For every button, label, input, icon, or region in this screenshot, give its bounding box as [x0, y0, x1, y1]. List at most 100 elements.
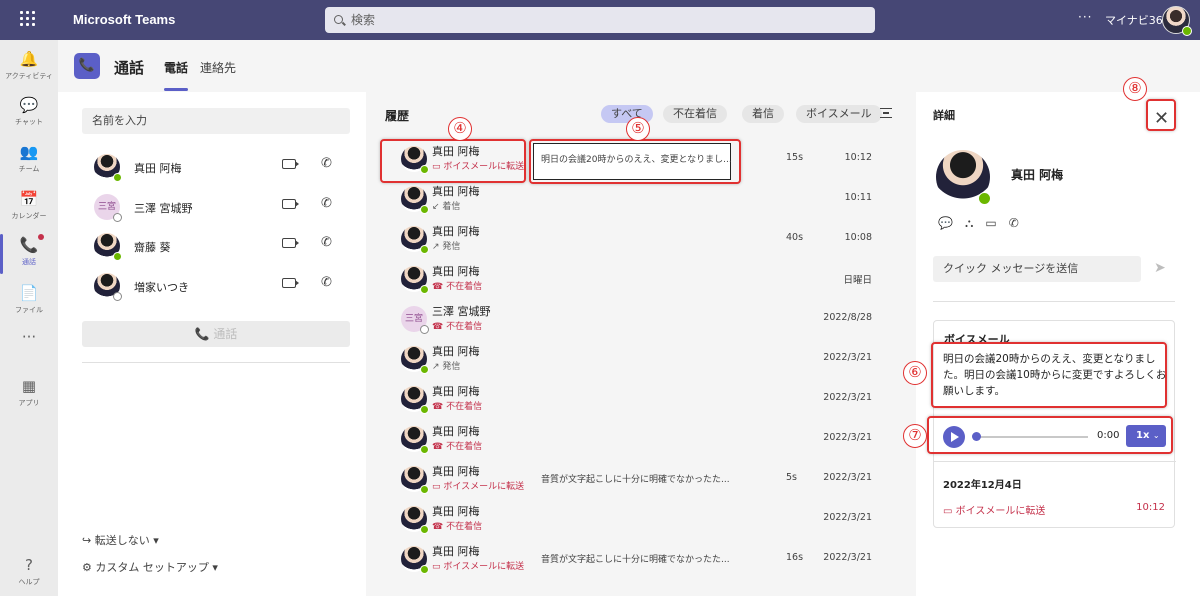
calls-header: 📞 通話 電話 連絡先	[58, 40, 1200, 92]
presence-icon	[113, 213, 122, 222]
avatar	[401, 466, 429, 494]
more-options-button[interactable]: ···	[1078, 10, 1092, 24]
history-row[interactable]: 真田 阿梅 ☎ 不在着信 2022/3/21	[368, 419, 914, 459]
rail-item-3[interactable]: 📅 カレンダー	[0, 186, 58, 230]
call-type-label: 不在着信	[446, 402, 483, 412]
voicemail-icon: ▭	[432, 482, 444, 492]
contact-name: 真田 阿梅	[1011, 168, 1064, 182]
contact-name: 増家いつき	[134, 281, 189, 294]
filter-incoming[interactable]: 着信	[742, 105, 784, 123]
call-time: 2022/3/21	[823, 512, 872, 523]
active-tab-indicator	[164, 88, 188, 91]
history-row[interactable]: 真田 阿梅 ▭ ボイスメールに転送 音質が文字起こしに十分に明確でなかったた... 1…	[368, 539, 914, 579]
call-button-label: 通話	[213, 327, 238, 341]
video-call-icon[interactable]	[282, 159, 299, 169]
search-placeholder: 検索	[351, 13, 376, 27]
filter-voicemail[interactable]: ボイスメール	[796, 105, 882, 123]
call-type: ☎ 不在着信	[432, 319, 482, 332]
speed-dial-contact[interactable]: 三宮 三澤 宮城野 ✆	[88, 190, 348, 226]
org-chart-icon[interactable]: ⛬	[965, 216, 973, 230]
send-icon[interactable]: ➤	[1154, 260, 1166, 276]
avatar	[401, 506, 429, 534]
presence-icon	[420, 445, 429, 454]
speed-dial-contact[interactable]: 増家いつき ✆	[88, 269, 348, 305]
filter-missed[interactable]: 不在着信	[663, 105, 727, 123]
rail-item-label: チーム	[18, 165, 40, 173]
history-row[interactable]: 真田 阿梅 ☎ 不在着信 2022/3/21	[368, 379, 914, 419]
call-button[interactable]: 📞 通話	[82, 321, 350, 347]
call-type: ↙ 着信	[432, 199, 460, 212]
name-input[interactable]: 名前を入力	[82, 108, 350, 134]
call-type: ↗ 発信	[432, 239, 460, 252]
calls-app-icon: 📞	[74, 53, 100, 79]
rail-item-5[interactable]: 📄 ファイル	[0, 280, 58, 324]
phone-icon[interactable]: ✆	[1009, 216, 1019, 230]
call-duration: 5s	[786, 472, 797, 483]
help-icon: ?	[25, 556, 33, 574]
phone-icon[interactable]: ✆	[321, 275, 332, 290]
avatar-initials: 三宮	[97, 202, 116, 212]
presence-icon	[113, 173, 122, 182]
video-call-icon[interactable]	[282, 278, 299, 288]
custom-setup[interactable]: ⚙ カスタム セットアップ ▾	[82, 559, 218, 575]
app-rail: 🔔 アクティビティ 💬 チャット 👥 チーム 📅 カレンダー 📞 通話 📄 ファイル ··· ▦ アプリ ? ヘ…	[0, 40, 58, 596]
tenant-name[interactable]: マイナビ365	[1105, 12, 1170, 28]
avatar	[401, 426, 429, 454]
tab-phone[interactable]: 電話	[164, 59, 188, 76]
video-call-icon[interactable]: ▭	[985, 216, 996, 230]
profile-avatar[interactable]	[1162, 6, 1192, 36]
presence-icon	[420, 565, 429, 574]
call-type: ☎ 不在着信	[432, 279, 482, 292]
history-title: 履歴	[385, 109, 410, 123]
video-call-icon[interactable]	[282, 238, 299, 248]
avatar	[401, 386, 429, 414]
history-row[interactable]: 真田 阿梅 ☎ 不在着信 日曜日	[368, 259, 914, 299]
tab-contacts[interactable]: 連絡先	[200, 59, 236, 76]
rail-item-8[interactable]: ? ヘルプ	[0, 552, 58, 596]
avatar	[401, 186, 429, 214]
rail-item-0[interactable]: 🔔 アクティビティ	[0, 46, 58, 90]
history-row[interactable]: 真田 阿梅 ↗ 発信 2022/3/21	[368, 339, 914, 379]
presence-icon	[420, 365, 429, 374]
video-call-icon[interactable]	[282, 199, 299, 209]
call-type: ☎ 不在着信	[432, 439, 482, 452]
annotation-box-6	[931, 342, 1167, 408]
speed-dial-contact[interactable]: 真田 阿梅 ✆	[88, 150, 348, 186]
rail-item-7[interactable]: ▦ アプリ	[0, 373, 58, 417]
phone-icon[interactable]: ✆	[321, 196, 332, 211]
rail-item-1[interactable]: 💬 チャット	[0, 92, 58, 136]
caller-name: 真田 阿梅	[432, 265, 480, 278]
phone-icon[interactable]: ✆	[321, 156, 332, 171]
phone-icon[interactable]: ✆	[321, 235, 332, 250]
rail-item-2[interactable]: 👥 チーム	[0, 139, 58, 183]
call-time: 2022/8/28	[823, 312, 872, 323]
app-launcher-icon[interactable]	[20, 11, 36, 27]
chat-icon: 💬	[19, 96, 39, 114]
presence-icon	[420, 485, 429, 494]
outgoing-call-icon: ↗	[432, 362, 443, 372]
filter-icon[interactable]	[880, 108, 892, 118]
history-row[interactable]: 真田 阿梅 ☎ 不在着信 2022/3/21	[368, 499, 914, 539]
quick-message-input[interactable]: クイック メッセージを送信	[933, 256, 1141, 282]
call-time: 日曜日	[843, 275, 872, 286]
call-time: 10:08	[844, 232, 872, 243]
contact-name: 齋藤 葵	[134, 241, 171, 254]
history-row[interactable]: 真田 阿梅 ↙ 着信 10:11	[368, 179, 914, 219]
history-row[interactable]: 真田 阿梅 ▭ ボイスメールに転送 音質が文字起こしに十分に明確でなかったた... 5…	[368, 459, 914, 499]
page-title: 通話	[114, 59, 145, 77]
history-row[interactable]: 真田 阿梅 ↗ 発信 40s 10:08	[368, 219, 914, 259]
forward-setting[interactable]: ↪ 転送しない ▾	[82, 532, 159, 548]
avatar-initials: 三宮	[404, 314, 423, 324]
search-input[interactable]: 検索	[325, 7, 875, 33]
rail-item-4[interactable]: 📞 通話	[0, 232, 58, 276]
chat-icon[interactable]: 💬	[938, 216, 953, 230]
call-type-label: 発信	[442, 362, 461, 372]
call-time: 2022/3/21	[823, 352, 872, 363]
notification-dot	[38, 234, 44, 240]
rail-item-6[interactable]: ···	[0, 324, 58, 368]
missed-call-icon: ☎	[432, 522, 447, 532]
custom-setup-label: カスタム セットアップ	[95, 561, 209, 574]
call-duration: 40s	[786, 232, 804, 243]
history-row[interactable]: 三宮 三澤 宮城野 ☎ 不在着信 2022/8/28	[368, 299, 914, 339]
speed-dial-contact[interactable]: 齋藤 葵 ✆	[88, 229, 348, 265]
